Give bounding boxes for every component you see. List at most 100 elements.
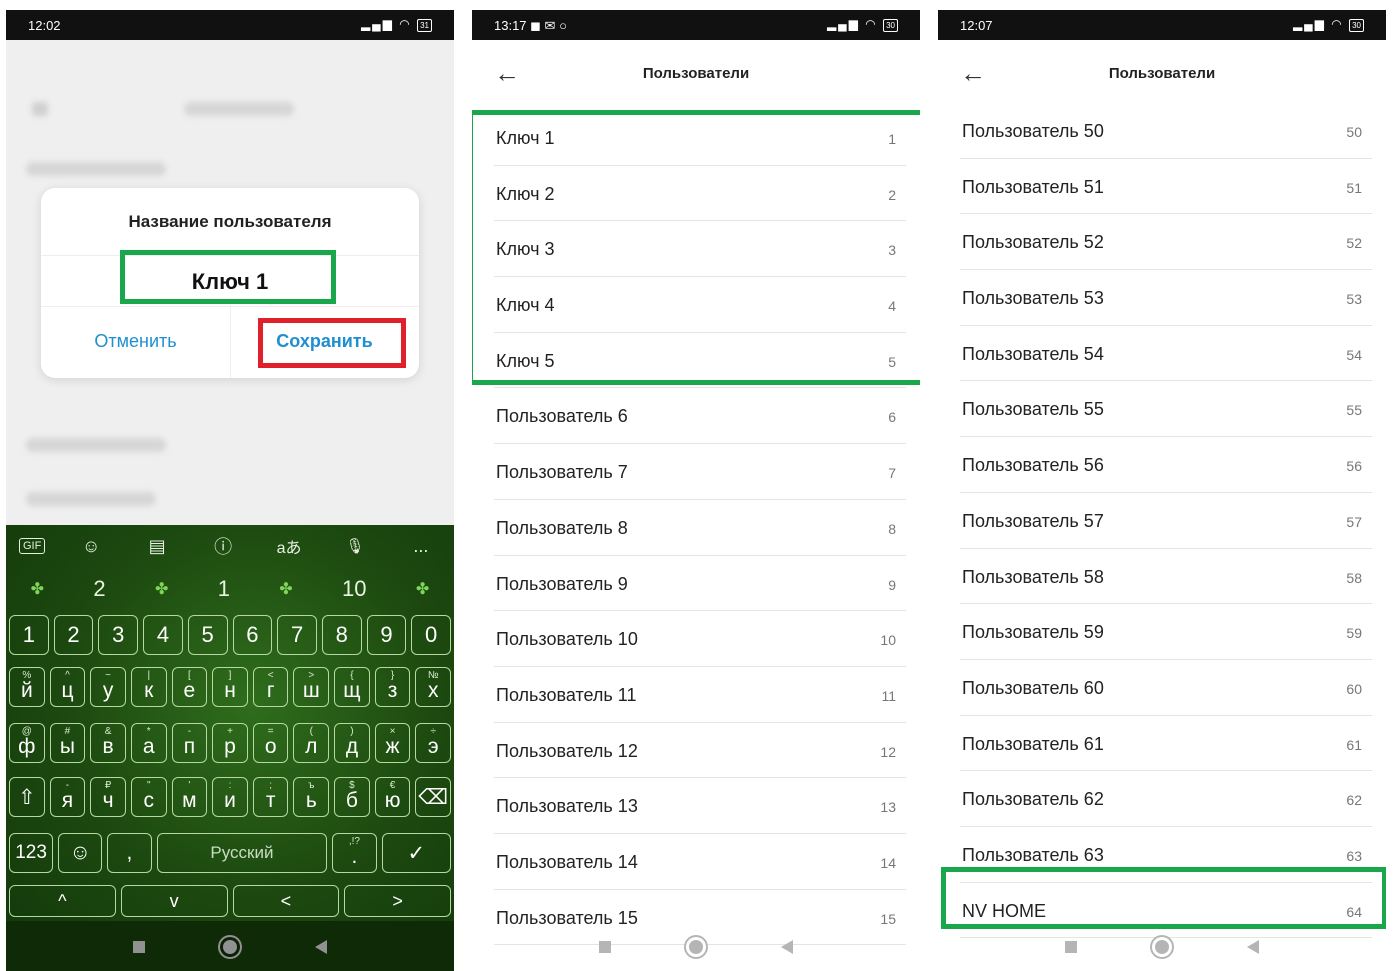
list-item[interactable]: Пользователь 58 58 — [960, 549, 1372, 605]
key-4[interactable]: 4 — [143, 615, 183, 655]
key-6[interactable]: 6 — [232, 615, 273, 655]
list-item[interactable]: Пользователь 50 50 — [960, 103, 1372, 159]
list-item[interactable]: Пользователь 55 55 — [960, 381, 1372, 438]
key-0[interactable]: 0 — [411, 615, 452, 655]
translate-icon[interactable]: aあ — [269, 534, 309, 558]
microphone-icon[interactable]: 🎙 — [335, 537, 375, 555]
letter-key[interactable]: @ ф — [9, 723, 45, 763]
list-item[interactable]: Пользователь 51 51 — [960, 159, 1372, 215]
recent-apps-icon[interactable] — [133, 941, 145, 953]
arrow-left-icon[interactable]: < — [232, 885, 340, 917]
list-item[interactable]: Пользователь 7 7 — [494, 444, 906, 500]
list-item[interactable]: Пользователь 54 54 — [960, 326, 1372, 382]
letter-key[interactable]: -я — [49, 777, 86, 817]
letter-key[interactable]: ] н — [212, 667, 248, 707]
list-item[interactable]: Пользователь 53 53 — [960, 270, 1372, 326]
key-1[interactable]: 1 — [9, 615, 49, 655]
letter-key[interactable]: % й — [9, 667, 45, 707]
home-icon[interactable] — [223, 940, 237, 954]
list-item[interactable]: Пользователь 60 60 — [960, 660, 1372, 716]
letter-key[interactable]: ~ у — [90, 667, 126, 707]
home-icon[interactable] — [1155, 940, 1169, 954]
emoji-icon[interactable]: ☺ — [58, 833, 103, 873]
enter-check-icon[interactable]: ✓ — [381, 833, 451, 873]
list-item[interactable]: Пользователь 12 12 — [494, 723, 906, 779]
battery-icon: 30 — [883, 19, 898, 32]
list-item[interactable]: Пользователь 10 10 — [494, 611, 906, 667]
key-9[interactable]: 9 — [366, 615, 407, 655]
arrow-up-icon[interactable]: ^ — [9, 885, 116, 917]
key-7[interactable]: 7 — [277, 615, 317, 655]
list-item[interactable]: Пользователь 9 9 — [494, 556, 906, 612]
letter-key[interactable]: ' м — [171, 777, 208, 817]
keyboard-toolbar: GIF ☺ ▤ ⓘ aあ 🎙 ... — [6, 525, 454, 567]
letter-key[interactable]: < г — [252, 667, 289, 707]
list-item[interactable]: Пользователь 6 6 — [494, 388, 906, 445]
letter-key[interactable]: (л — [293, 723, 330, 763]
letter-key[interactable]: ÷ э — [415, 723, 452, 763]
letter-key[interactable]: ) д — [334, 723, 370, 763]
letter-key[interactable]: & в — [90, 723, 126, 763]
letter-key[interactable]: $ б — [334, 777, 370, 817]
arrow-right-icon[interactable]: > — [344, 885, 451, 917]
letter-key[interactable]: × ж — [374, 723, 411, 763]
key-3[interactable]: 3 — [98, 615, 139, 655]
suggestion[interactable]: 10 — [342, 576, 366, 602]
recent-apps-icon[interactable] — [599, 941, 611, 953]
key-5[interactable]: 5 — [187, 615, 228, 655]
gif-icon[interactable]: GIF — [18, 538, 46, 554]
list-item[interactable]: Пользователь 8 8 — [494, 500, 906, 556]
back-nav-icon[interactable] — [315, 940, 327, 954]
clipboard-icon[interactable]: ▤ — [137, 536, 177, 557]
user-number: 9 — [888, 576, 896, 593]
period-key[interactable]: ,!?. — [332, 833, 377, 873]
letter-key[interactable]: | к — [130, 667, 167, 707]
letter-key[interactable]: [е — [171, 667, 208, 707]
letter-key[interactable]: ^ ц — [49, 667, 86, 707]
list-item[interactable]: Пользователь 59 59 — [960, 604, 1372, 660]
arrow-down-icon[interactable]: v — [120, 885, 228, 917]
letter-key[interactable]: * а — [130, 723, 167, 763]
comma-key[interactable]: , — [107, 833, 152, 873]
letter-key[interactable]: {щ — [334, 667, 370, 707]
status-icons: ▂▄▆ ◠ 30 — [827, 17, 898, 32]
backspace-icon[interactable]: ⌫ — [415, 777, 452, 817]
more-icon[interactable]: ... — [401, 536, 441, 557]
user-name: Пользователь 61 — [962, 733, 1104, 754]
list-item[interactable]: Пользователь 13 13 — [494, 778, 906, 834]
letter-key[interactable]: :и — [212, 777, 248, 817]
key-8[interactable]: 8 — [321, 615, 362, 655]
letter-key[interactable]: # ы — [49, 723, 86, 763]
suggestion[interactable]: 2 — [93, 576, 105, 602]
letter-key[interactable]: ₽ ч — [90, 777, 126, 817]
back-nav-icon[interactable] — [1247, 940, 1259, 954]
info-icon[interactable]: ⓘ — [203, 533, 243, 559]
list-item[interactable]: Пользователь 56 56 — [960, 437, 1372, 493]
letter-key[interactable]: ; т — [252, 777, 289, 817]
letter-key[interactable]: " с — [130, 777, 167, 817]
space-key[interactable]: Русский — [156, 833, 328, 873]
recent-apps-icon[interactable] — [1065, 941, 1077, 953]
cancel-button[interactable]: Отменить — [41, 305, 231, 378]
back-nav-icon[interactable] — [781, 940, 793, 954]
home-icon[interactable] — [689, 940, 703, 954]
list-item[interactable]: Пользователь 14 14 — [494, 834, 906, 890]
letter-key[interactable]: + р — [212, 723, 248, 763]
letter-key[interactable]: № х — [415, 667, 452, 707]
letter-key[interactable]: ъь — [293, 777, 330, 817]
suggestion[interactable]: 1 — [218, 576, 230, 602]
numbers-key[interactable]: 123 — [9, 833, 54, 873]
shift-key[interactable]: ⇧ — [9, 777, 45, 817]
key-2[interactable]: 2 — [53, 615, 94, 655]
letter-key[interactable]: > ш — [293, 667, 330, 707]
list-item[interactable]: Пользователь 52 52 — [960, 214, 1372, 271]
list-item[interactable]: Пользователь 57 57 — [960, 493, 1372, 549]
sticker-icon[interactable]: ☺ — [71, 536, 111, 557]
letter-key[interactable]: } з — [374, 667, 411, 707]
list-item[interactable]: Пользователь 61 61 — [960, 716, 1372, 772]
list-item[interactable]: Пользователь 62 62 — [960, 771, 1372, 827]
letter-key[interactable]: = о — [252, 723, 289, 763]
letter-key[interactable]: -п — [171, 723, 208, 763]
letter-key[interactable]: € ю — [374, 777, 411, 817]
list-item[interactable]: Пользователь 11 11 — [494, 667, 906, 723]
